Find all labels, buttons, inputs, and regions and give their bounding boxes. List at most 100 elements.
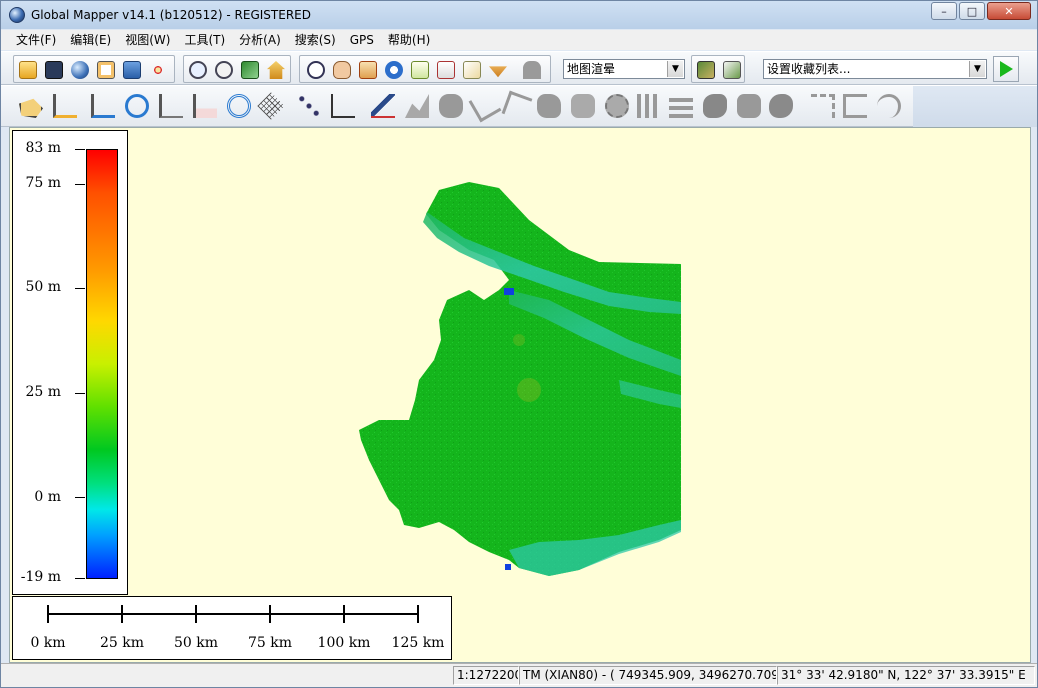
run-favorite-button[interactable]: [993, 56, 1019, 82]
zoom-toolbar-group: [183, 55, 291, 83]
vertex-edit-icon[interactable]: [293, 90, 325, 122]
disabled-tool-7-icon: [601, 90, 633, 122]
terrain-landmass: [359, 182, 681, 576]
favorites-value: 设置收藏列表...: [767, 62, 851, 76]
menu-analysis[interactable]: 分析(A): [232, 30, 288, 50]
create-line-icon[interactable]: [49, 90, 81, 122]
save-icon[interactable]: [42, 58, 66, 82]
layer-control-icon[interactable]: [120, 58, 144, 82]
edit-feature-icon[interactable]: [367, 90, 399, 122]
disabled-tool-14-icon: [839, 90, 871, 122]
legend-label: 75 m: [25, 175, 61, 191]
menu-view[interactable]: 视图(W): [118, 30, 177, 50]
main-toolbar: 地图渲晕 ▼ 设置收藏列表... ▼: [1, 51, 1037, 85]
config-icon[interactable]: [146, 58, 170, 82]
scale-bar: 0 km 25 km 50 km 75 km 100 km 125 km: [12, 596, 452, 660]
menu-tools[interactable]: 工具(T): [177, 30, 232, 50]
menu-file[interactable]: 文件(F): [9, 30, 63, 50]
create-area-icon[interactable]: [15, 90, 47, 122]
window-title: Global Mapper v14.1 (b120512) - REGISTER…: [31, 8, 311, 22]
3d-view-icon[interactable]: [720, 58, 744, 82]
disabled-tool-5-icon: [533, 90, 565, 122]
legend-label-min: -19 m: [20, 569, 61, 585]
legend-label: 0 m: [34, 489, 61, 505]
disabled-tool-3-icon: [468, 89, 502, 123]
chevron-down-icon: ▼: [969, 61, 985, 77]
view-shed-icon[interactable]: [434, 58, 458, 82]
disabled-tool-4-icon: [501, 90, 533, 122]
menu-search[interactable]: 搜索(S): [288, 30, 343, 50]
measure-icon[interactable]: [356, 58, 380, 82]
legend-label: 25 m: [25, 384, 61, 400]
title-bar: Global Mapper v14.1 (b120512) - REGISTER…: [1, 1, 1037, 29]
pan-hand-icon[interactable]: [330, 58, 354, 82]
file-toolbar-group: [13, 55, 175, 83]
create-coordinate-icon[interactable]: [189, 90, 221, 122]
disabled-tool-1-icon: [401, 90, 433, 122]
zoom-in-icon[interactable]: [186, 58, 210, 82]
scale-label: 50 km: [173, 635, 219, 651]
shader-icon[interactable]: [694, 58, 718, 82]
elevation-raster: [359, 182, 681, 576]
globe-open-icon[interactable]: [68, 58, 92, 82]
map-canvas[interactable]: 83 m 75 m 50 m 25 m 0 m -19 m 0 km 25 km…: [9, 127, 1031, 663]
disabled-tool-12-icon: [765, 90, 797, 122]
disabled-tool-10-icon: [699, 90, 731, 122]
disabled-tool-6-icon: [567, 90, 599, 122]
create-range-ring-icon[interactable]: [121, 90, 153, 122]
buffer-icon[interactable]: [223, 90, 255, 122]
menu-help[interactable]: 帮助(H): [381, 30, 437, 50]
path-profile-icon[interactable]: [408, 58, 432, 82]
status-coordinates: 31° 33' 42.9180" N, 122° 37' 33.3915" E: [777, 666, 1035, 685]
minimize-button[interactable]: –: [931, 2, 957, 20]
tools-toolbar-group: [299, 55, 551, 83]
render-mode-select[interactable]: 地图渲晕 ▼: [563, 59, 685, 79]
home-icon[interactable]: [264, 58, 288, 82]
digitizer-toolbar: [1, 85, 1037, 127]
favorites-select[interactable]: 设置收藏列表... ▼: [763, 59, 987, 79]
disabled-tool-9-icon: [665, 90, 697, 122]
close-button[interactable]: ✕: [987, 2, 1031, 20]
globe-icon: [9, 7, 25, 23]
create-point-icon[interactable]: [155, 90, 187, 122]
gps-disabled-icon: [520, 58, 544, 82]
create-line-2-icon[interactable]: [87, 90, 119, 122]
scale-label: 125 km: [391, 635, 445, 651]
catalog-icon[interactable]: [94, 58, 118, 82]
chevron-down-icon: ▼: [667, 61, 683, 77]
disabled-tool-11-icon: [733, 90, 765, 122]
status-bar: 1:1272200 TM (XIAN80) - ( 749345.909, 34…: [1, 663, 1037, 687]
zoom-tool-icon[interactable]: [304, 58, 328, 82]
disabled-tool-13-icon: [807, 90, 839, 122]
low-elevation-spot: [505, 564, 511, 570]
menu-gps[interactable]: GPS: [343, 30, 381, 50]
scale-label: 75 km: [247, 635, 293, 651]
view-toolbar-group: [691, 55, 745, 83]
low-elevation-spot: [504, 288, 514, 295]
digitizer-icon[interactable]: [460, 58, 484, 82]
menu-edit[interactable]: 编辑(E): [63, 30, 118, 50]
disabled-tool-15-icon: [873, 90, 905, 122]
elevation-legend: 83 m 75 m 50 m 25 m 0 m -19 m: [12, 130, 128, 595]
app-window: Global Mapper v14.1 (b120512) - REGISTER…: [0, 0, 1038, 688]
open-folder-icon[interactable]: [16, 58, 40, 82]
render-mode-value: 地图渲晕: [567, 62, 616, 76]
grid-icon[interactable]: [255, 90, 287, 122]
scale-label: 100 km: [317, 635, 371, 651]
window-controls: – □ ✕: [929, 2, 1031, 20]
zoom-out-icon[interactable]: [212, 58, 236, 82]
maximize-button[interactable]: □: [959, 2, 985, 20]
legend-label: 50 m: [25, 279, 61, 295]
play-icon: [999, 61, 1013, 77]
3d-path-icon[interactable]: [486, 58, 510, 82]
feature-info-icon[interactable]: [382, 58, 406, 82]
status-scale: 1:1272200: [453, 666, 519, 685]
menu-bar: 文件(F) 编辑(E) 视图(W) 工具(T) 分析(A) 搜索(S) GPS …: [1, 30, 1037, 50]
scale-label: 25 km: [99, 635, 145, 651]
split-line-icon[interactable]: [327, 90, 359, 122]
full-view-icon[interactable]: [238, 58, 262, 82]
disabled-tool-2-icon: [435, 90, 467, 122]
status-projection: TM (XIAN80) - ( 749345.909, 3496270.709 …: [519, 666, 777, 685]
scale-label: 0 km: [30, 635, 66, 651]
disabled-tool-8-icon: [633, 90, 665, 122]
